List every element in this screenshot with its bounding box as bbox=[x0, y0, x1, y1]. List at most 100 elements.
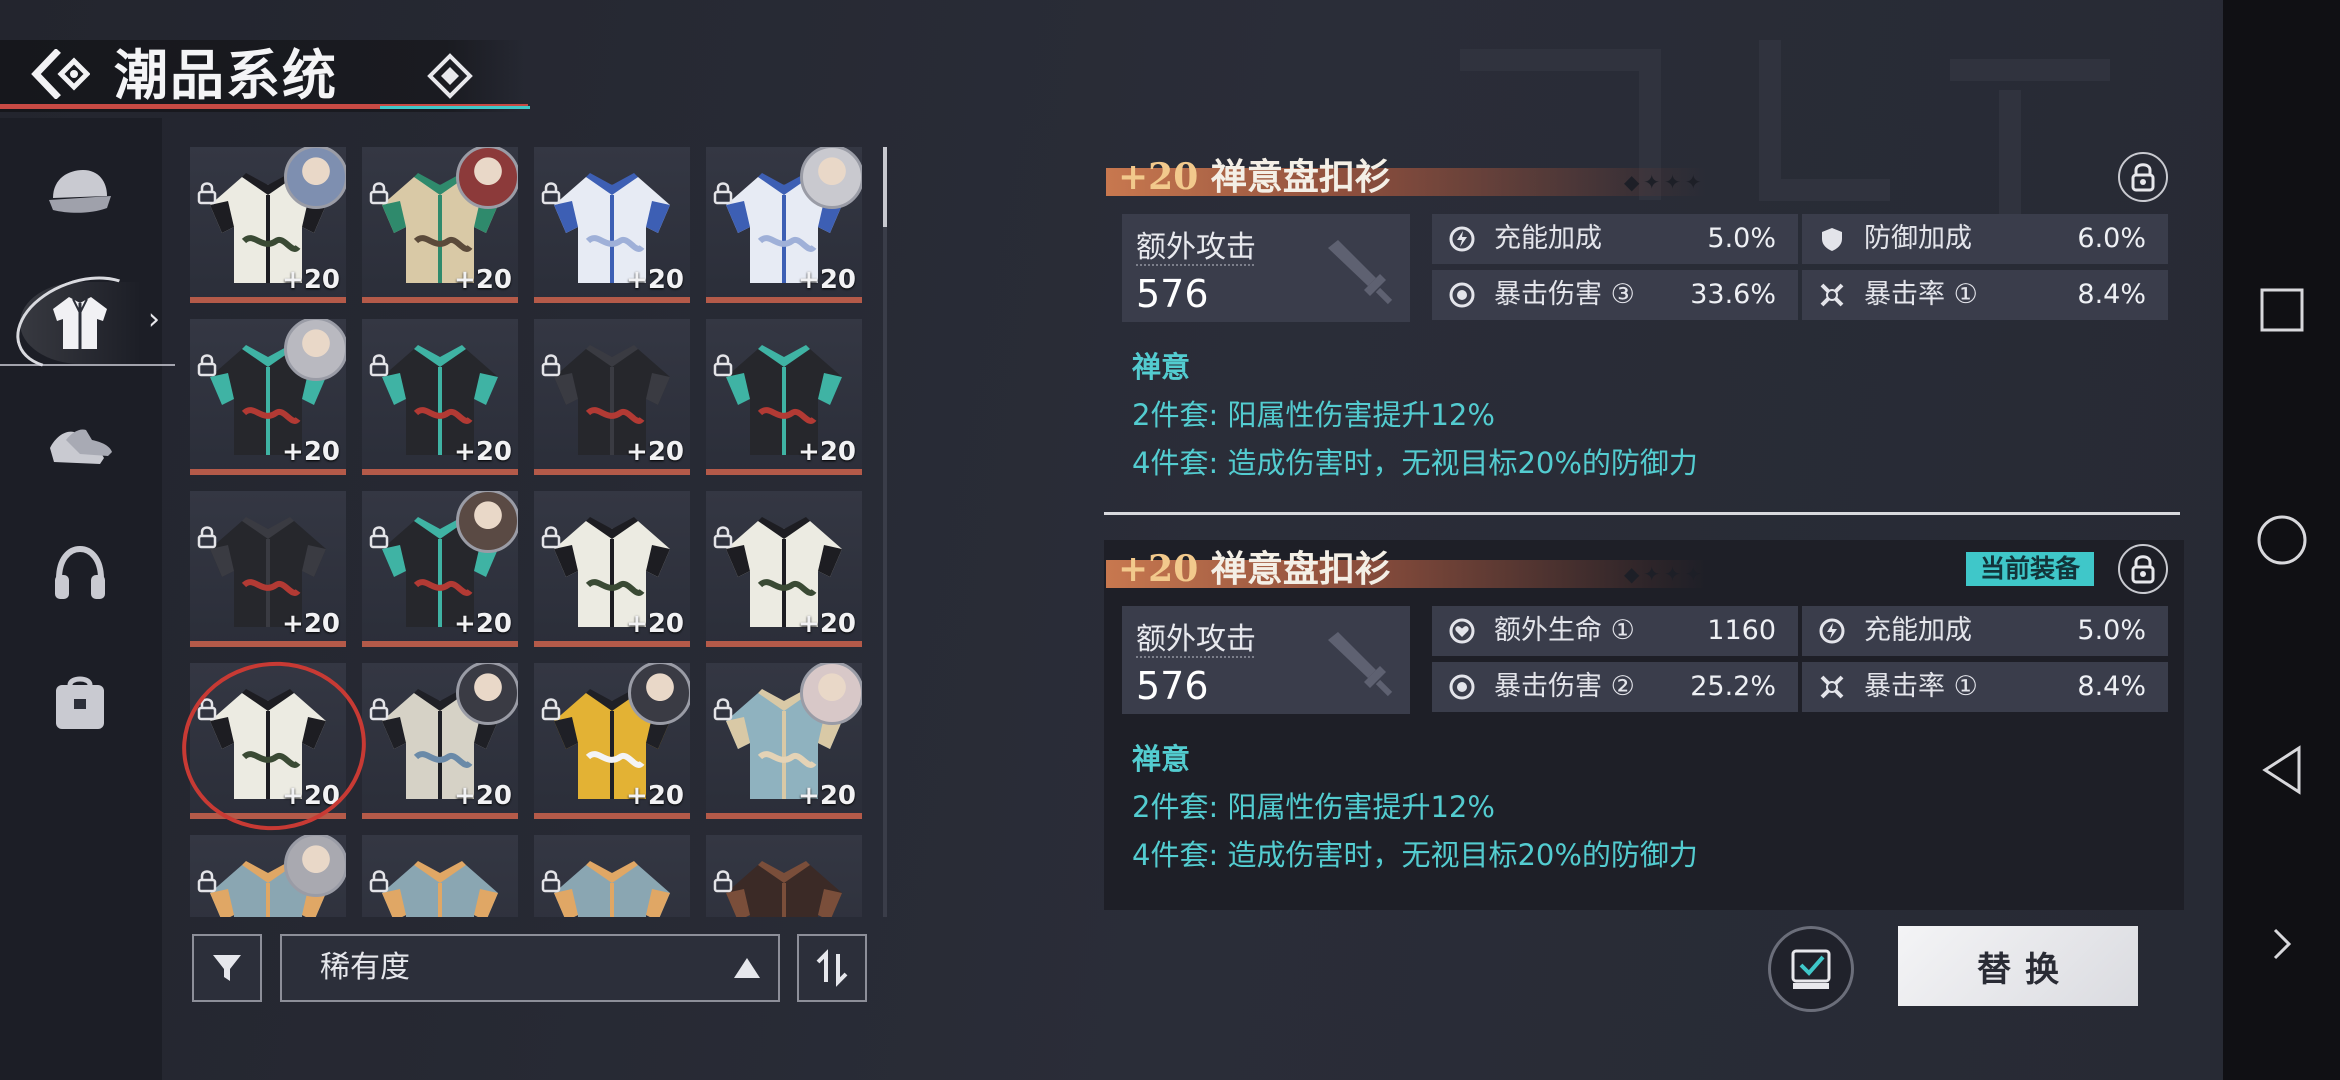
grid-scrollbar[interactable] bbox=[883, 147, 887, 917]
set-effect-4pc: 4件套: 造成伤害时，无视目标20%的防御力 bbox=[1132, 446, 1698, 480]
main-stat-label: 额外攻击 bbox=[1136, 622, 1256, 657]
category-jacket[interactable] bbox=[38, 280, 122, 364]
gear-level: +20 bbox=[454, 437, 512, 467]
recents-button[interactable] bbox=[2254, 282, 2310, 338]
gear-slot[interactable]: +20 bbox=[534, 491, 690, 647]
gear-slot[interactable] bbox=[190, 835, 346, 917]
sort-order-button[interactable] bbox=[797, 934, 867, 1002]
grid-scroll-thumb[interactable] bbox=[883, 147, 887, 227]
lock-icon bbox=[713, 870, 733, 893]
sword-icon bbox=[1328, 240, 1393, 305]
gear-slot[interactable]: +20 bbox=[362, 491, 518, 647]
filter-button[interactable] bbox=[192, 934, 262, 1002]
set-effect-2pc: 2件套: 阳属性伤害提升12% bbox=[1132, 790, 1495, 824]
main-stat-dots bbox=[1136, 264, 1254, 266]
gear-slot[interactable]: +20 bbox=[190, 147, 346, 303]
jacket-icon bbox=[53, 297, 107, 349]
gear-slot[interactable]: +20 bbox=[362, 319, 518, 475]
compare-item-header: ◆✦✦✦ +20 禅意盘扣衫 bbox=[1104, 148, 2184, 204]
sub-stat-value: 6.0% bbox=[2077, 223, 2146, 254]
gear-slot[interactable] bbox=[534, 835, 690, 917]
current-sub-stat-4: 暴击率 ① 8.4% bbox=[1802, 662, 2168, 712]
sort-dropdown[interactable]: 稀有度 bbox=[280, 934, 780, 1002]
sub-stat-value: 8.4% bbox=[2077, 279, 2146, 310]
gear-slot[interactable] bbox=[362, 835, 518, 917]
lock-icon bbox=[541, 182, 561, 205]
lock-icon bbox=[197, 870, 217, 893]
gear-slot[interactable]: +20 bbox=[534, 147, 690, 303]
category-headphones[interactable] bbox=[38, 532, 122, 616]
sub-stat-label: 充能加成 bbox=[1494, 223, 1602, 254]
sub-stat-value: 5.0% bbox=[2077, 615, 2146, 646]
compare-lock-button[interactable] bbox=[2118, 152, 2168, 202]
sub-stat-value: 1160 bbox=[1707, 615, 1776, 646]
current-main-stat: 额外攻击 576 bbox=[1122, 606, 1410, 714]
gear-slot[interactable]: +20 bbox=[362, 147, 518, 303]
expand-nav-button[interactable] bbox=[2254, 916, 2310, 972]
garment-image bbox=[382, 861, 498, 917]
header-stars: ◆✦✦✦ bbox=[1624, 562, 1706, 586]
chevron-right-icon: › bbox=[148, 302, 160, 337]
crit-dmg-icon bbox=[1449, 282, 1475, 308]
sub-stat-label: 额外生命 ① bbox=[1494, 615, 1635, 646]
cap-icon bbox=[49, 170, 111, 213]
gear-slot[interactable] bbox=[706, 835, 862, 917]
gear-level: +20 bbox=[798, 437, 856, 467]
compare-sub-stat-3: 暴击伤害 ③ 33.6% bbox=[1432, 270, 1798, 320]
gear-level: +20 bbox=[626, 781, 684, 811]
current-item-header: ◆✦✦✦ +20 禅意盘扣衫 当前装备 bbox=[1104, 540, 2184, 596]
lock-icon bbox=[541, 870, 561, 893]
lock-icon bbox=[197, 182, 217, 205]
preview-button[interactable] bbox=[1768, 926, 1854, 1012]
gear-slot[interactable]: +20 bbox=[706, 147, 862, 303]
main-stat-value: 576 bbox=[1136, 272, 1209, 316]
crit-rate-icon bbox=[1820, 283, 1844, 307]
lock-icon bbox=[541, 354, 561, 377]
compare-sub-stat-4: 暴击率 ① 8.4% bbox=[1802, 270, 2168, 320]
headphones-icon bbox=[55, 545, 105, 599]
category-cap[interactable] bbox=[38, 150, 122, 234]
gear-level: +20 bbox=[798, 609, 856, 639]
lock-icon bbox=[713, 698, 733, 721]
gear-level: +20 bbox=[454, 781, 512, 811]
sub-stat-label: 暴击伤害 ② bbox=[1494, 671, 1635, 702]
circle-icon bbox=[2257, 515, 2307, 565]
compare-sub-stat-1: 充能加成 5.0% bbox=[1432, 214, 1798, 264]
sub-stat-label: 防御加成 bbox=[1864, 223, 1972, 254]
character-avatar bbox=[800, 663, 862, 725]
replace-button[interactable]: 替换 bbox=[1898, 926, 2138, 1006]
lock-icon bbox=[713, 526, 733, 549]
category-shoes[interactable] bbox=[38, 405, 122, 489]
set-effect-2pc: 2件套: 阳属性伤害提升12% bbox=[1132, 398, 1495, 432]
main-stat-label: 额外攻击 bbox=[1136, 230, 1256, 265]
compare-item-name: +20 禅意盘扣衫 bbox=[1118, 156, 1391, 198]
gear-slot[interactable]: +20 bbox=[362, 663, 518, 819]
character-avatar bbox=[284, 319, 346, 381]
current-lock-button[interactable] bbox=[2118, 544, 2168, 594]
gear-level: +20 bbox=[626, 265, 684, 295]
set-title: 禅意 bbox=[1132, 350, 1191, 384]
compare-main-stat: 额外攻击 576 bbox=[1122, 214, 1410, 322]
sub-stat-value: 25.2% bbox=[1690, 671, 1776, 702]
gear-slot[interactable]: +20 bbox=[706, 491, 862, 647]
gear-slot[interactable]: +20 bbox=[534, 663, 690, 819]
garment-image bbox=[726, 861, 842, 917]
gear-slot[interactable]: +20 bbox=[190, 319, 346, 475]
gear-slot[interactable]: +20 bbox=[706, 319, 862, 475]
lock-icon bbox=[197, 526, 217, 549]
character-avatar bbox=[284, 147, 346, 209]
compare-item-panel: ◆✦✦✦ +20 禅意盘扣衫 额外攻击 576 充能加成 5.0% 防御加成 6… bbox=[1104, 148, 2184, 488]
sort-order-icon bbox=[816, 949, 848, 987]
crit-dmg-icon bbox=[1449, 674, 1475, 700]
home-button[interactable] bbox=[2254, 512, 2310, 568]
back-button[interactable] bbox=[28, 46, 92, 102]
back-nav-button[interactable] bbox=[2254, 742, 2310, 798]
compare-sub-stat-2: 防御加成 6.0% bbox=[1802, 214, 2168, 264]
lock-icon bbox=[369, 870, 389, 893]
gear-slot[interactable]: +20 bbox=[706, 663, 862, 819]
info-button[interactable] bbox=[424, 50, 476, 102]
gear-slot[interactable]: +20 bbox=[190, 491, 346, 647]
gear-slot[interactable]: +20 bbox=[534, 319, 690, 475]
category-bag[interactable] bbox=[38, 660, 122, 744]
lock-icon bbox=[713, 182, 733, 205]
